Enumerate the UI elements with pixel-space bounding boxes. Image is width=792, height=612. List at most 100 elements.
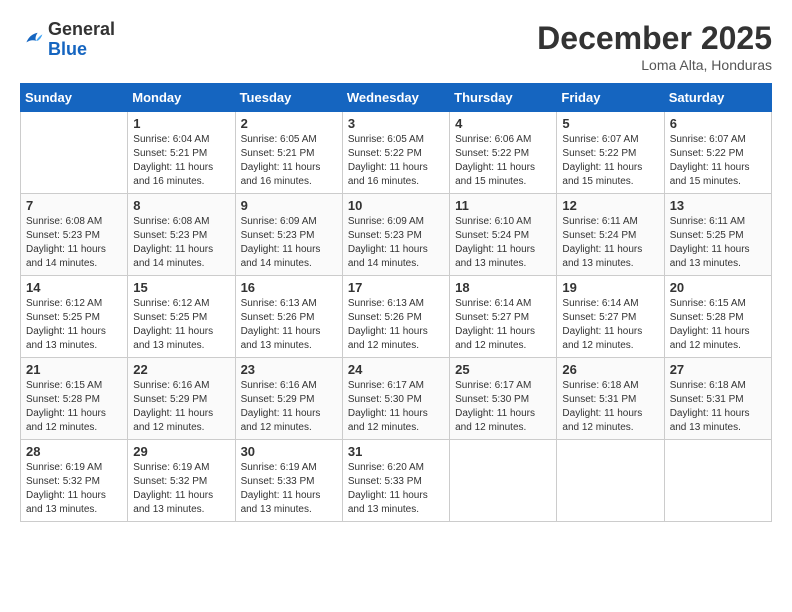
day-number: 1 bbox=[133, 116, 229, 131]
day-info: Sunrise: 6:16 AMSunset: 5:29 PMDaylight:… bbox=[133, 379, 229, 435]
day-number: 21 bbox=[26, 362, 122, 377]
day-number: 17 bbox=[348, 280, 444, 295]
day-info: Sunrise: 6:17 AMSunset: 5:30 PMDaylight:… bbox=[348, 379, 444, 435]
day-info: Sunrise: 6:11 AMSunset: 5:25 PMDaylight:… bbox=[670, 215, 766, 271]
day-info: Sunrise: 6:17 AMSunset: 5:30 PMDaylight:… bbox=[455, 379, 551, 435]
calendar-cell: 25 Sunrise: 6:17 AMSunset: 5:30 PMDayligh… bbox=[450, 358, 557, 440]
day-number: 25 bbox=[455, 362, 551, 377]
day-info: Sunrise: 6:05 AMSunset: 5:21 PMDaylight:… bbox=[241, 133, 337, 189]
day-number: 10 bbox=[348, 198, 444, 213]
calendar-cell: 20 Sunrise: 6:15 AMSunset: 5:28 PMDayligh… bbox=[664, 276, 771, 358]
day-number: 19 bbox=[562, 280, 658, 295]
day-number: 13 bbox=[670, 198, 766, 213]
calendar-cell: 3Sunrise: 6:05 AMSunset: 5:22 PMDaylight… bbox=[342, 112, 449, 194]
calendar-cell: 29Sunrise: 6:19 AMSunset: 5:32 PMDayligh… bbox=[128, 440, 235, 522]
weekday-header-row: SundayMondayTuesdayWednesdayThursdayFrid… bbox=[21, 84, 772, 112]
calendar-cell: 17 Sunrise: 6:13 AMSunset: 5:26 PMDayligh… bbox=[342, 276, 449, 358]
day-number: 3 bbox=[348, 116, 444, 131]
calendar-week-1: 1 Sunrise: 6:04 AMSunset: 5:21 PMDaylight… bbox=[21, 112, 772, 194]
day-info: Sunrise: 6:14 AMSunset: 5:27 PMDaylight:… bbox=[455, 297, 551, 353]
weekday-header-thursday: Thursday bbox=[450, 84, 557, 112]
calendar-cell: 13 Sunrise: 6:11 AMSunset: 5:25 PMDayligh… bbox=[664, 194, 771, 276]
calendar-cell: 28Sunrise: 6:19 AMSunset: 5:32 PMDayligh… bbox=[21, 440, 128, 522]
day-info: Sunrise: 6:13 AMSunset: 5:26 PMDaylight:… bbox=[241, 297, 337, 353]
title-block: December 2025 Loma Alta, Honduras bbox=[537, 20, 772, 73]
day-number: 2 bbox=[241, 116, 337, 131]
day-number: 7 bbox=[26, 198, 122, 213]
calendar-cell: 18 Sunrise: 6:14 AMSunset: 5:27 PMDayligh… bbox=[450, 276, 557, 358]
day-number: 4 bbox=[455, 116, 551, 131]
day-number: 31 bbox=[348, 444, 444, 459]
calendar-cell: 5 Sunrise: 6:07 AMSunset: 5:22 PMDaylight… bbox=[557, 112, 664, 194]
day-number: 6 bbox=[670, 116, 766, 131]
day-info: Sunrise: 6:07 AMSunset: 5:22 PMDaylight:… bbox=[670, 133, 766, 189]
calendar-cell bbox=[21, 112, 128, 194]
calendar-cell: 22 Sunrise: 6:16 AMSunset: 5:29 PMDayligh… bbox=[128, 358, 235, 440]
calendar-cell: 27 Sunrise: 6:18 AMSunset: 5:31 PMDayligh… bbox=[664, 358, 771, 440]
calendar-cell: 4 Sunrise: 6:06 AMSunset: 5:22 PMDaylight… bbox=[450, 112, 557, 194]
day-info: Sunrise: 6:16 AMSunset: 5:29 PMDaylight:… bbox=[241, 379, 337, 435]
calendar-week-3: 14Sunrise: 6:12 AMSunset: 5:25 PMDayligh… bbox=[21, 276, 772, 358]
day-number: 26 bbox=[562, 362, 658, 377]
day-info: Sunrise: 6:06 AMSunset: 5:22 PMDaylight:… bbox=[455, 133, 551, 189]
calendar-cell: 24 Sunrise: 6:17 AMSunset: 5:30 PMDayligh… bbox=[342, 358, 449, 440]
logo: General Blue bbox=[20, 20, 115, 60]
calendar-cell: 21 Sunrise: 6:15 AMSunset: 5:28 PMDayligh… bbox=[21, 358, 128, 440]
day-info: Sunrise: 6:07 AMSunset: 5:22 PMDaylight:… bbox=[562, 133, 658, 189]
day-number: 16 bbox=[241, 280, 337, 295]
calendar-cell: 19 Sunrise: 6:14 AMSunset: 5:27 PMDayligh… bbox=[557, 276, 664, 358]
calendar-cell: 23 Sunrise: 6:16 AMSunset: 5:29 PMDayligh… bbox=[235, 358, 342, 440]
day-info: Sunrise: 6:19 AMSunset: 5:33 PMDaylight:… bbox=[241, 461, 337, 517]
day-info: Sunrise: 6:19 AMSunset: 5:32 PMDaylight:… bbox=[133, 461, 229, 517]
calendar-week-5: 28 Sunrise: 6:19 AMSunset: 5:32 PMDayligh… bbox=[21, 440, 772, 522]
day-number: 5 bbox=[562, 116, 658, 131]
day-number: 12 bbox=[562, 198, 658, 213]
calendar-week-2: 7 Sunrise: 6:08 AMSunset: 5:23 PMDaylight… bbox=[21, 194, 772, 276]
day-info: Sunrise: 6:20 AMSunset: 5:33 PMDaylight:… bbox=[348, 461, 444, 517]
calendar-cell bbox=[557, 440, 664, 522]
day-info: Sunrise: 6:14 AMSunset: 5:27 PMDaylight:… bbox=[562, 297, 658, 353]
day-number: 24 bbox=[348, 362, 444, 377]
day-number: 30 bbox=[241, 444, 337, 459]
day-number: 11 bbox=[455, 198, 551, 213]
day-info: Sunrise: 6:04 AMSunset: 5:21 PMDaylight:… bbox=[133, 133, 229, 189]
day-info: Sunrise: 6:12 AMSunset: 5:25 PMDaylight:… bbox=[26, 297, 122, 353]
day-info: Sunrise: 6:11 AMSunset: 5:24 PMDaylight:… bbox=[562, 215, 658, 271]
calendar-cell: 8 Sunrise: 6:08 AMSunset: 5:23 PMDaylight… bbox=[128, 194, 235, 276]
day-info: Sunrise: 6:13 AMSunset: 5:26 PMDaylight:… bbox=[348, 297, 444, 353]
logo-general-text: General bbox=[48, 19, 115, 39]
calendar-cell: 14Sunrise: 6:12 AMSunset: 5:25 PMDayligh… bbox=[21, 276, 128, 358]
day-info: Sunrise: 6:18 AMSunset: 5:31 PMDaylight:… bbox=[670, 379, 766, 435]
day-number: 8 bbox=[133, 198, 229, 213]
page-header: General Blue December 2025 Loma Alta, Ho… bbox=[20, 20, 772, 73]
day-number: 28 bbox=[26, 444, 122, 459]
day-info: Sunrise: 6:12 AMSunset: 5:25 PMDaylight:… bbox=[133, 297, 229, 353]
day-info: Sunrise: 6:15 AMSunset: 5:28 PMDaylight:… bbox=[670, 297, 766, 353]
calendar-cell: 16 Sunrise: 6:13 AMSunset: 5:26 PMDayligh… bbox=[235, 276, 342, 358]
calendar-cell: 2 Sunrise: 6:05 AMSunset: 5:21 PMDaylight… bbox=[235, 112, 342, 194]
weekday-header-sunday: Sunday bbox=[21, 84, 128, 112]
day-number: 18 bbox=[455, 280, 551, 295]
day-number: 27 bbox=[670, 362, 766, 377]
calendar-cell: 10Sunrise: 6:09 AMSunset: 5:23 PMDayligh… bbox=[342, 194, 449, 276]
weekday-header-monday: Monday bbox=[128, 84, 235, 112]
calendar-cell: 12 Sunrise: 6:11 AMSunset: 5:24 PMDayligh… bbox=[557, 194, 664, 276]
day-info: Sunrise: 6:08 AMSunset: 5:23 PMDaylight:… bbox=[133, 215, 229, 271]
logo-bird-icon bbox=[20, 28, 44, 52]
calendar-cell bbox=[664, 440, 771, 522]
calendar-cell: 7Sunrise: 6:08 AMSunset: 5:23 PMDaylight… bbox=[21, 194, 128, 276]
day-info: Sunrise: 6:15 AMSunset: 5:28 PMDaylight:… bbox=[26, 379, 122, 435]
day-number: 23 bbox=[241, 362, 337, 377]
weekday-header-tuesday: Tuesday bbox=[235, 84, 342, 112]
day-info: Sunrise: 6:18 AMSunset: 5:31 PMDaylight:… bbox=[562, 379, 658, 435]
weekday-header-saturday: Saturday bbox=[664, 84, 771, 112]
month-year-title: December 2025 bbox=[537, 20, 772, 57]
calendar-cell: 31 Sunrise: 6:20 AMSunset: 5:33 PMDayligh… bbox=[342, 440, 449, 522]
day-number: 20 bbox=[670, 280, 766, 295]
day-number: 9 bbox=[241, 198, 337, 213]
weekday-header-friday: Friday bbox=[557, 84, 664, 112]
day-info: Sunrise: 6:10 AMSunset: 5:24 PMDaylight:… bbox=[455, 215, 551, 271]
calendar-cell: 1 Sunrise: 6:04 AMSunset: 5:21 PMDaylight… bbox=[128, 112, 235, 194]
calendar-table: SundayMondayTuesdayWednesdayThursdayFrid… bbox=[20, 83, 772, 522]
day-number: 22 bbox=[133, 362, 229, 377]
